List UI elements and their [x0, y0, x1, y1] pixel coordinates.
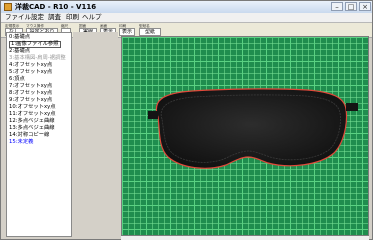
strap-right: [346, 103, 358, 111]
menu-help[interactable]: ヘルプ: [82, 13, 102, 22]
menu-settings[interactable]: 設定: [31, 13, 44, 22]
menu-print[interactable]: 印刷: [66, 13, 79, 22]
toolbar-group-print: 印刷 表示: [119, 24, 135, 36]
mask-outline: [155, 88, 348, 169]
sleep-mask-image: [148, 88, 358, 169]
status-strip: [121, 236, 369, 240]
window-title: 洋裁CAD - R10 - V116: [15, 3, 97, 11]
step-item[interactable]: 8:オフセットxy点: [9, 90, 52, 97]
step-item-disabled[interactable]: 3:基本構図-肩周-裾調整: [9, 55, 66, 62]
app-icon: [4, 3, 12, 11]
step-item[interactable]: 4:オフセットxy点: [9, 62, 52, 69]
app-window: 洋裁CAD - R10 - V116 – □ × ファイル 設定 調査 印刷 ヘ…: [0, 0, 373, 240]
minimize-button[interactable]: –: [331, 2, 343, 11]
close-button[interactable]: ×: [359, 2, 371, 11]
step-item[interactable]: 11:オフセットxy点: [9, 111, 56, 118]
maximize-button[interactable]: □: [345, 2, 357, 11]
step-item[interactable]: 9:オフセットxy点: [9, 97, 52, 104]
panel-divider: [73, 32, 118, 237]
menu-bar: ファイル 設定 調査 印刷 ヘルプ: [1, 13, 372, 23]
step-item-selected[interactable]: 1:画像ファイル参照: [9, 41, 61, 48]
pattern-name-field[interactable]: 型紙: [139, 28, 161, 36]
menu-survey[interactable]: 調査: [48, 13, 61, 22]
step-item[interactable]: 7:オフセットxy点: [9, 83, 52, 90]
step-item[interactable]: 13:多点ベジェ曲線: [9, 125, 55, 132]
step-item[interactable]: 6:頂点: [9, 76, 25, 83]
menu-file[interactable]: ファイル: [5, 13, 31, 22]
strap-left: [148, 111, 158, 119]
toolbar-group-pattern: 型紙名 型紙: [139, 24, 161, 36]
step-item[interactable]: 0:基礎点: [9, 34, 30, 41]
print-select[interactable]: 表示: [119, 28, 135, 36]
step-list[interactable]: 0:基礎点 1:画像ファイル参照 2:基礎点 3:基本構図-肩周-裾調整 4:オ…: [6, 32, 72, 237]
step-item-undefined[interactable]: 15:未定義: [9, 139, 33, 146]
step-item[interactable]: 12:多点ベジェ曲線: [9, 118, 55, 125]
step-item[interactable]: 10:オフセットxy点: [9, 104, 56, 111]
drawing-canvas[interactable]: [121, 36, 369, 236]
step-item[interactable]: 14:対称コピー線: [9, 132, 49, 139]
step-item[interactable]: 2:基礎点: [9, 48, 30, 55]
step-item[interactable]: 5:オフセットxy点: [9, 69, 52, 76]
